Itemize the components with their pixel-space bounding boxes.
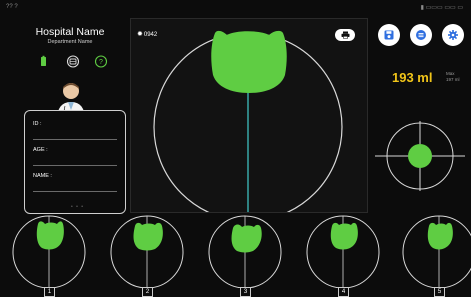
save-button[interactable] — [378, 24, 400, 46]
volume-readout: 193 ml — [392, 70, 433, 85]
department-name: Department Name — [47, 39, 93, 45]
hospital-name: Hospital Name — [35, 26, 105, 38]
patient-details-box: ID : AGE : NAME : • • • — [24, 110, 126, 214]
status-icons: ? — [41, 55, 108, 68]
frame-count: 0942 — [143, 32, 158, 38]
target-dot — [408, 144, 432, 168]
thumbnail-graphic — [306, 215, 380, 289]
settings-button[interactable] — [442, 24, 464, 46]
patient-id-label: ID : — [33, 121, 42, 127]
patient-info-panel: Hospital Name Department Name ? ID : AGE… — [14, 14, 126, 214]
main-scan-view[interactable]: ✹0942 — [130, 18, 368, 213]
aiming-reticle — [375, 121, 465, 191]
brightness-icon: ✹ — [137, 31, 143, 38]
save-icon — [384, 30, 394, 40]
scan-thumbnails: 1 2 3 4 5 — [0, 208, 471, 297]
status-bar-left: ?? ? — [6, 4, 18, 10]
patient-name-label: NAME : — [33, 173, 52, 179]
frame-counter: ✹0942 — [137, 30, 157, 38]
volume-aux: Max 197 ml — [446, 71, 460, 83]
thumbnail-graphic — [110, 215, 184, 289]
print-button[interactable] — [335, 29, 355, 41]
patient-age-label: AGE : — [33, 147, 48, 153]
thumbnail-2[interactable]: 2 — [108, 214, 186, 297]
status-bar-right: ▮ ▭▭▭ ▭▭ ▭ — [420, 5, 463, 11]
thumbnail-graphic — [12, 215, 86, 289]
list-icon — [416, 30, 426, 40]
thumbnail-4[interactable]: 4 — [304, 214, 382, 297]
patient-name-field[interactable]: NAME : — [33, 173, 117, 192]
thumbnail-5[interactable]: 5 — [400, 214, 471, 297]
list-button[interactable] — [410, 24, 432, 46]
battery-icon[interactable] — [41, 55, 46, 66]
printer-icon — [341, 31, 349, 39]
patient-id-field[interactable]: ID : — [33, 121, 117, 140]
volume-aux-line2: 197 ml — [446, 77, 460, 82]
help-icon[interactable]: ? — [94, 55, 108, 68]
thumbnail-1[interactable]: 1 — [10, 214, 88, 297]
settings-icon — [448, 30, 458, 40]
thumbnail-3[interactable]: 3 — [206, 214, 284, 297]
thumbnail-graphic — [208, 215, 282, 289]
status-bar: ?? ? ▮ ▭▭▭ ▭▭ ▭ — [0, 0, 471, 14]
patient-age-field[interactable]: AGE : — [33, 147, 117, 166]
svg-text:?: ? — [99, 59, 103, 66]
scan-icon[interactable] — [66, 55, 80, 68]
scan-graphic — [153, 30, 343, 212]
bladder-shape — [211, 30, 287, 93]
thumbnail-graphic — [402, 215, 471, 289]
